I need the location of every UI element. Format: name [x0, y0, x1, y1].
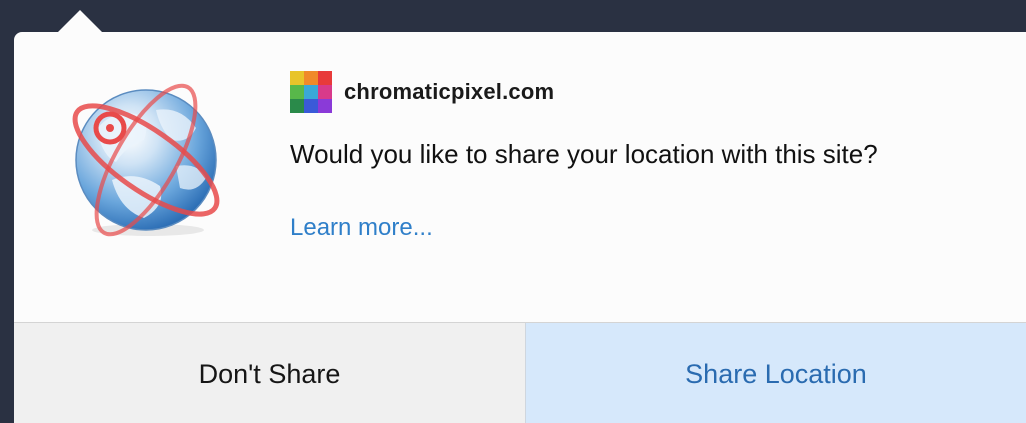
- favicon-cell: [318, 99, 332, 113]
- share-location-button[interactable]: Share Location: [526, 323, 1026, 423]
- permission-content: chromaticpixel.com Would you like to sha…: [290, 70, 930, 242]
- favicon-cell: [304, 71, 318, 85]
- favicon-cell: [290, 71, 304, 85]
- favicon-cell: [290, 99, 304, 113]
- favicon-cell: [318, 71, 332, 85]
- geolocation-doorhanger: chromaticpixel.com Would you like to sha…: [14, 32, 1026, 423]
- dont-share-button[interactable]: Don't Share: [14, 323, 526, 423]
- site-favicon-icon: [290, 71, 332, 113]
- geolocation-permission-popup-backdrop: chromaticpixel.com Would you like to sha…: [0, 0, 1026, 423]
- favicon-cell: [318, 85, 332, 99]
- favicon-cell: [304, 99, 318, 113]
- learn-more-link[interactable]: Learn more...: [290, 214, 433, 242]
- site-name: chromaticpixel.com: [344, 79, 555, 104]
- favicon-cell: [290, 85, 304, 99]
- site-identity: chromaticpixel.com: [290, 70, 930, 114]
- permission-question: Would you like to share your location wi…: [290, 139, 878, 169]
- popup-body: chromaticpixel.com Would you like to sha…: [14, 32, 1026, 322]
- globe-location-icon: [56, 70, 226, 240]
- popup-anchor-arrow: [58, 10, 102, 32]
- favicon-cell: [304, 85, 318, 99]
- popup-button-bar: Don't Share Share Location: [14, 322, 1026, 423]
